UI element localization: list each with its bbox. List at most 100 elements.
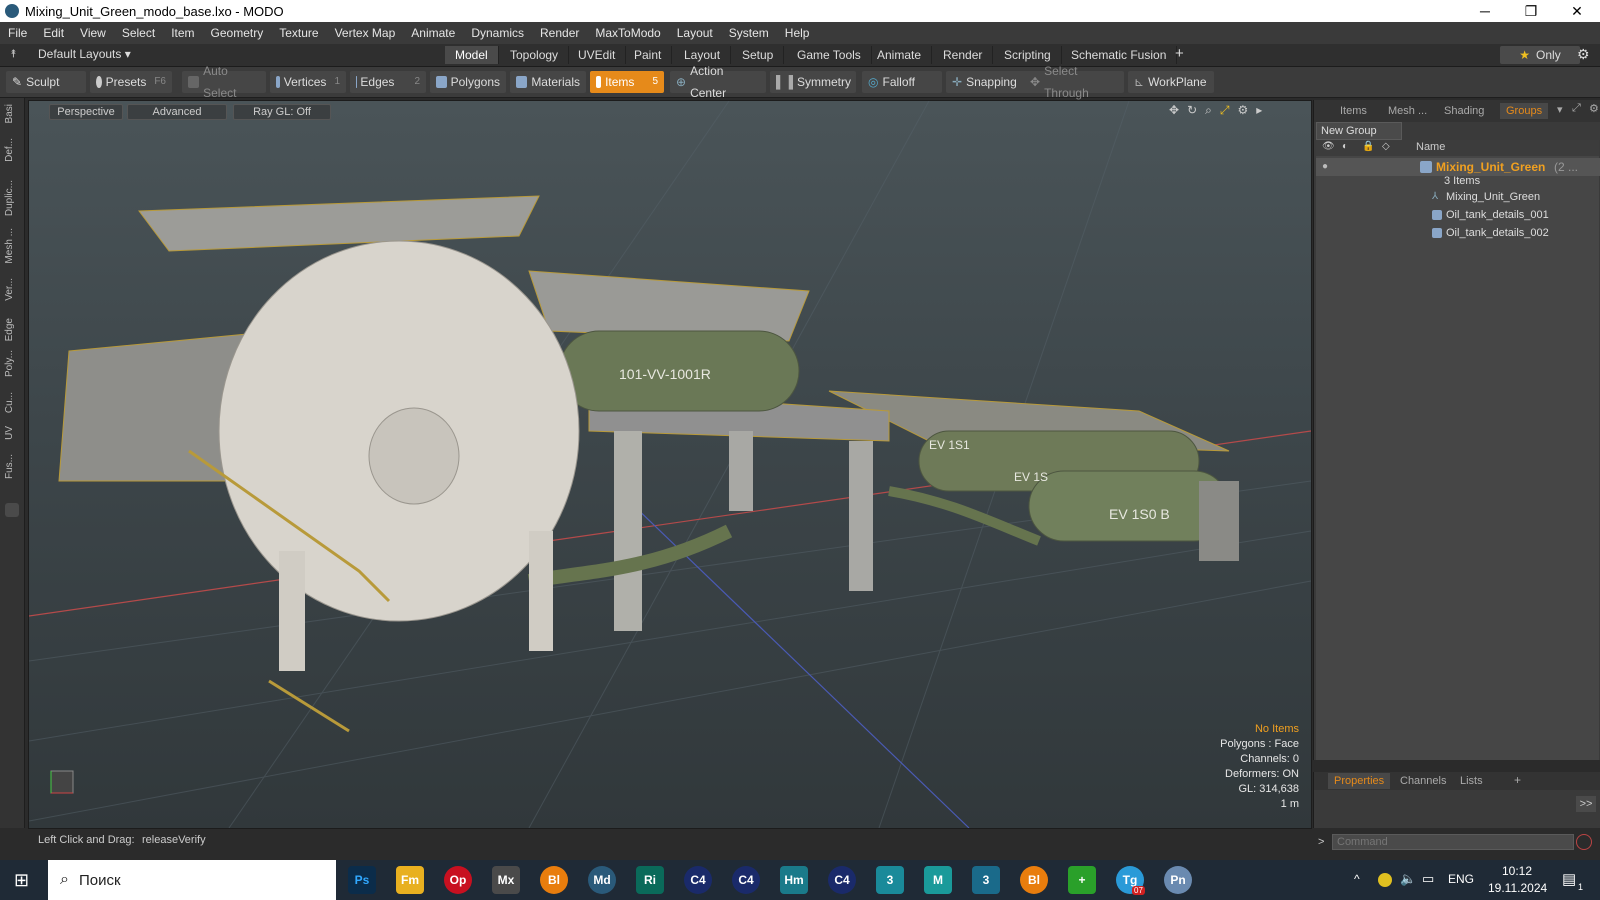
menu-file[interactable]: File — [0, 26, 35, 40]
tab-render[interactable]: Render — [933, 46, 994, 64]
symmetry-button[interactable]: ▌▐ Symmetry — [770, 71, 856, 93]
tray-chevron-icon[interactable]: ^ — [1354, 872, 1360, 886]
blender-icon[interactable]: Bl — [540, 866, 568, 894]
only-toggle[interactable]: ★ Only — [1500, 46, 1580, 64]
blender-icon[interactable]: Bl — [1020, 866, 1048, 894]
tree-row-child[interactable]: ⅄ Mixing_Unit_Green — [1316, 188, 1600, 206]
tab-model[interactable]: Model — [445, 46, 499, 64]
paint-icon[interactable]: Pn — [1164, 866, 1192, 894]
tab-animate[interactable]: Animate — [867, 46, 933, 64]
tab-paint[interactable]: Paint — [624, 46, 673, 64]
menu-edit[interactable]: Edit — [35, 26, 72, 40]
cinema4d-icon[interactable]: C4 — [732, 866, 760, 894]
tab-properties[interactable]: Properties — [1328, 773, 1391, 789]
menu-texture[interactable]: Texture — [271, 26, 326, 40]
speaker-icon[interactable]: 🔈 — [1400, 871, 1416, 887]
materials-button[interactable]: Materials — [510, 71, 586, 93]
panel-dropdown-icon[interactable]: ▾ — [1557, 103, 1563, 116]
menu-layout[interactable]: Layout — [669, 26, 721, 40]
action-center-button[interactable]: ⊕ Action Center — [670, 64, 766, 100]
3d-viewport[interactable]: Perspective Advanced Ray GL: Off ✥ ↻ ⌕ ⤢… — [28, 100, 1312, 829]
3dsmax-icon[interactable]: 3 — [972, 866, 1000, 894]
menu-vertex-map[interactable]: Vertex Map — [327, 26, 404, 40]
file-explorer-icon[interactable]: Fm — [396, 866, 424, 894]
strip-tab-uv[interactable]: UV — [4, 426, 15, 440]
windows-start-icon[interactable]: ⊞ — [14, 870, 29, 891]
green-plus-app-icon[interactable]: + — [1068, 866, 1096, 894]
menu-maxtomodo[interactable]: MaxToModo — [587, 26, 668, 40]
add-prop-tab-button[interactable]: + — [1514, 773, 1521, 787]
strip-tab-vertex[interactable]: Ver... — [4, 278, 15, 301]
restore-button[interactable]: ❐ — [1508, 0, 1554, 22]
new-group-button[interactable]: New Group — [1316, 122, 1402, 140]
snapping-button[interactable]: ✛ Snapping — [946, 71, 1028, 93]
language-indicator[interactable]: ENG — [1448, 872, 1474, 886]
tab-mesh[interactable]: Mesh ... — [1382, 103, 1433, 119]
tree-row-child[interactable]: Oil_tank_details_001 — [1316, 206, 1600, 224]
strip-toggle-button[interactable] — [5, 503, 19, 517]
strip-tab-deform[interactable]: Def... — [4, 138, 15, 162]
menu-help[interactable]: Help — [777, 26, 818, 40]
opera-icon[interactable]: Op — [444, 866, 472, 894]
menu-geometry[interactable]: Geometry — [203, 26, 272, 40]
workplane-button[interactable]: ⊾ WorkPlane — [1128, 71, 1214, 93]
maxtomodo-icon[interactable]: Mx — [492, 866, 520, 894]
strip-tab-mesh[interactable]: Mesh ... — [4, 228, 15, 264]
vertices-button[interactable]: Vertices 1 — [270, 71, 346, 93]
modo-taskbar-icon[interactable]: Md — [588, 866, 616, 894]
clock-time[interactable]: 10:12 — [1502, 864, 1532, 878]
menu-view[interactable]: View — [72, 26, 114, 40]
tab-lists[interactable]: Lists — [1454, 773, 1489, 789]
expand-button[interactable]: >> — [1576, 796, 1596, 812]
menu-system[interactable]: System — [721, 26, 777, 40]
select-through-button[interactable]: ✥ Select Through — [1024, 64, 1124, 100]
taskbar-search[interactable]: ⌕ Поиск — [48, 860, 336, 900]
strip-tab-duplicate[interactable]: Duplic... — [4, 180, 15, 216]
houdini-icon[interactable]: Hm — [780, 866, 808, 894]
cinema4d-icon[interactable]: C4 — [828, 866, 856, 894]
tab-game-tools[interactable]: Game Tools — [787, 46, 872, 64]
strip-tab-polygon[interactable]: Poly... — [4, 350, 15, 377]
edges-button[interactable]: Edges 2 — [350, 71, 426, 93]
panel-settings-icon[interactable]: ⚙ — [1589, 102, 1599, 115]
photoshop-icon[interactable]: Ps — [348, 866, 376, 894]
menu-dynamics[interactable]: Dynamics — [463, 26, 532, 40]
gear-icon[interactable]: ⚙ — [1577, 46, 1590, 63]
collapse-icon[interactable]: ⯭ — [10, 48, 17, 61]
network-icon[interactable]: ▭ — [1422, 871, 1434, 887]
default-layouts-dropdown[interactable]: Default Layouts ▾ — [38, 47, 131, 61]
add-tab-button[interactable]: + — [1175, 45, 1184, 62]
tab-shading[interactable]: Shading — [1438, 103, 1490, 119]
menu-select[interactable]: Select — [114, 26, 163, 40]
panel-maximize-icon[interactable]: ⤢ — [1572, 102, 1581, 115]
strip-tab-fusion[interactable]: Fus... — [4, 454, 15, 479]
rizom-icon[interactable]: Ri — [636, 866, 664, 894]
menu-render[interactable]: Render — [532, 26, 587, 40]
tab-items[interactable]: Items — [1334, 103, 1373, 119]
falloff-button[interactable]: ◎ Falloff — [862, 71, 942, 93]
3dsmax-icon[interactable]: 3 — [876, 866, 904, 894]
clock-date[interactable]: 19.11.2024 — [1488, 881, 1547, 895]
minimize-button[interactable]: ─ — [1462, 0, 1508, 22]
close-button[interactable]: ✕ — [1554, 0, 1600, 22]
tab-uvedit[interactable]: UVEdit — [568, 46, 627, 64]
notification-icon[interactable]: ▤ — [1562, 870, 1576, 888]
strip-tab-basic[interactable]: Basi — [4, 104, 15, 123]
menu-item[interactable]: Item — [163, 26, 202, 40]
strip-tab-edge[interactable]: Edge — [4, 318, 15, 341]
tray-app-icon[interactable] — [1378, 873, 1392, 887]
maya-icon[interactable]: M — [924, 866, 952, 894]
command-input[interactable] — [1332, 834, 1574, 850]
sculpt-button[interactable]: ✎ Sculpt — [6, 71, 86, 93]
tab-groups[interactable]: Groups — [1500, 103, 1549, 119]
tree-row-child[interactable]: Oil_tank_details_002 — [1316, 224, 1600, 242]
polygons-button[interactable]: Polygons — [430, 71, 506, 93]
tab-channels[interactable]: Channels — [1394, 773, 1452, 789]
items-button[interactable]: Items 5 — [590, 71, 664, 93]
presets-button[interactable]: Presets F6 — [90, 71, 172, 93]
tab-topology[interactable]: Topology — [500, 46, 570, 64]
cinema4d-icon[interactable]: C4 — [684, 866, 712, 894]
menu-animate[interactable]: Animate — [403, 26, 463, 40]
auto-select-button[interactable]: Auto Select — [182, 64, 266, 100]
record-icon[interactable] — [1576, 834, 1592, 850]
